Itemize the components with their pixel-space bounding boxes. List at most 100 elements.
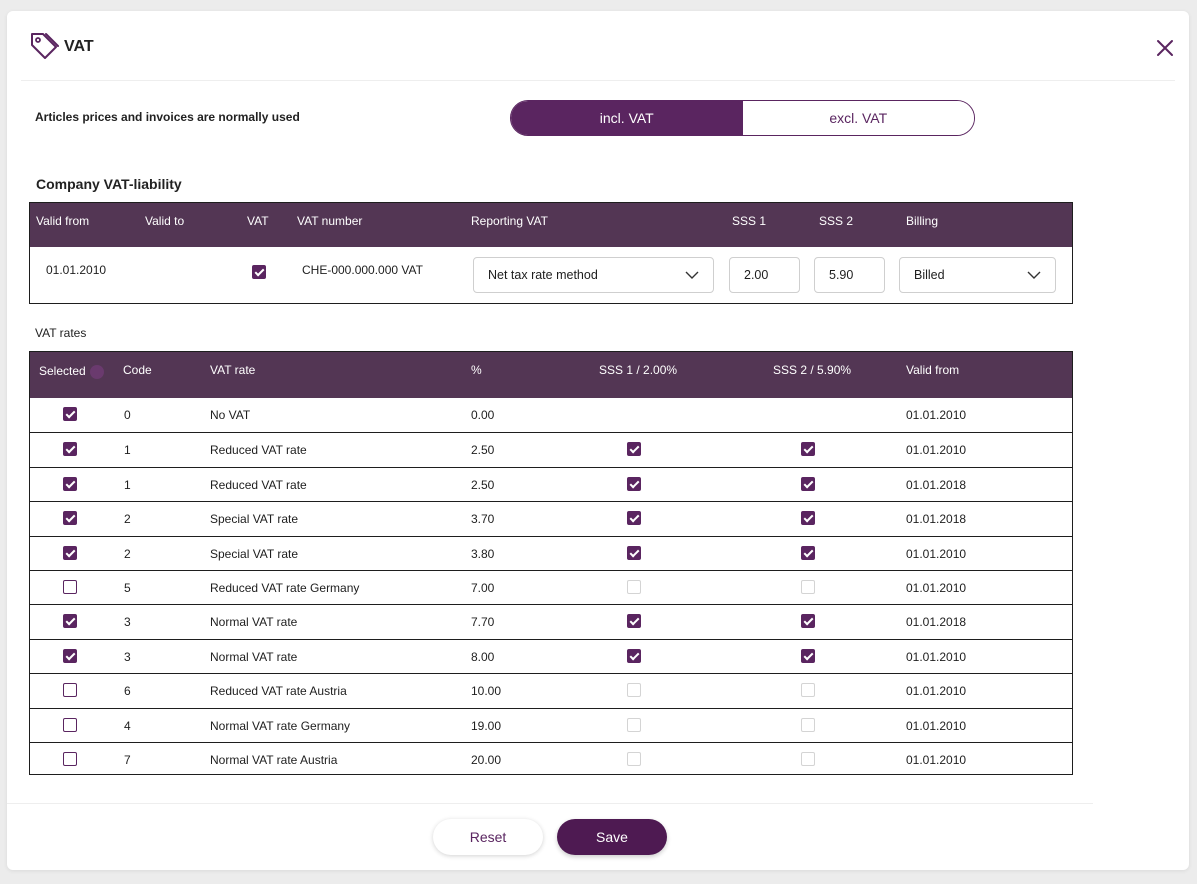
sss2-input[interactable]: 5.90 [814,257,885,293]
sss1-input[interactable]: 2.00 [729,257,800,293]
footer-divider [7,803,1093,804]
row-code: 2 [124,546,131,561]
row-valid-from: 01.01.2010 [906,718,967,733]
row-vat-rate: Normal VAT rate Austria [210,753,338,767]
row-sss1-checkbox[interactable] [627,752,641,766]
incl-vat-option[interactable]: incl. VAT [511,101,743,135]
header-code: Code [123,363,152,377]
row-valid-from: 01.01.2010 [906,684,967,699]
company-valid-from: 01.01.2010 [46,263,107,277]
vat-dialog: VAT Articles prices and invoices are nor… [7,11,1189,870]
row-sss2-checkbox[interactable] [801,614,815,629]
table-row: 7 Normal VAT rate Austria 20.00 01.01.2010 [30,742,1072,776]
row-sss2-checkbox[interactable] [801,442,815,457]
row-code: 0 [124,408,131,422]
row-code: 3 [124,615,131,630]
header-vat-rate: VAT rate [210,363,256,377]
header-sss1: SSS 1 [732,214,767,228]
row-sss1-checkbox[interactable] [627,683,641,698]
company-vat-number: CHE-000.000.000 VAT [302,263,423,277]
header-sss2-rate: SSS 2 / 5.90% [773,363,852,377]
row-code: 1 [124,443,131,458]
row-sss2-checkbox[interactable] [801,683,815,698]
row-selected-checkbox[interactable] [63,752,77,766]
header-selected[interactable]: Selected [39,364,86,378]
row-sss1-checkbox[interactable] [627,648,641,663]
table-row: 3 Normal VAT rate 8.00 01.01.2010 [30,638,1072,673]
row-valid-from: 01.01.2010 [906,753,967,767]
row-code: 7 [124,753,131,767]
row-sss2-checkbox[interactable] [801,545,815,560]
table-row: 1 Reduced VAT rate 2.50 01.01.2010 [30,432,1072,466]
row-selected-checkbox[interactable] [63,511,77,526]
save-button[interactable]: Save [557,819,667,855]
row-vat-rate: Normal VAT rate [210,649,298,664]
row-sss2-checkbox[interactable] [801,580,815,594]
row-valid-from: 01.01.2018 [906,477,967,492]
sort-indicator-icon[interactable] [90,365,104,379]
header-sss2: SSS 2 [819,214,854,228]
row-sss2-checkbox[interactable] [801,511,815,526]
billing-select[interactable]: Billed [899,257,1056,293]
row-sss1-checkbox[interactable] [627,476,641,491]
row-code: 1 [124,477,131,492]
row-selected-checkbox[interactable] [63,442,77,457]
table-row: 3 Normal VAT rate 7.70 01.01.2018 [30,604,1072,638]
row-sss1-checkbox[interactable] [627,442,641,457]
vat-liable-checkbox[interactable] [252,265,266,279]
sss1-value: 2.00 [744,268,769,282]
table-row: 6 Reduced VAT rate Austria 10.00 01.01.2010 [30,673,1072,707]
rates-table-header: Selected Code VAT rate % SSS 1 / 2.00% S… [30,352,1072,398]
company-table-header: Valid from Valid to VAT VAT number Repor… [30,203,1072,247]
row-sss2-checkbox[interactable] [801,717,815,732]
row-percent: 20.00 [471,753,502,767]
chevron-down-icon [685,271,699,279]
row-selected-checkbox[interactable] [63,545,77,560]
row-selected-checkbox[interactable] [63,614,77,629]
table-row: 2 Special VAT rate 3.70 01.01.2018 [30,501,1072,535]
row-percent: 19.00 [471,718,502,733]
row-percent: 2.50 [471,477,495,492]
row-selected-checkbox[interactable] [63,648,77,663]
excl-vat-option[interactable]: excl. VAT [742,101,974,135]
row-sss1-checkbox[interactable] [627,545,641,560]
reset-button[interactable]: Reset [433,819,543,855]
row-selected-checkbox[interactable] [63,683,77,698]
table-row: 4 Normal VAT rate Germany 19.00 01.01.2010 [30,707,1072,742]
row-sss2-checkbox[interactable] [801,476,815,491]
table-row: 0 No VAT 0.00 01.01.2010 [30,398,1072,432]
row-percent: 7.70 [471,615,495,630]
row-sss1-checkbox[interactable] [627,511,641,526]
header-sss1-rate: SSS 1 / 2.00% [599,363,678,377]
row-vat-rate: Normal VAT rate [210,615,298,630]
row-vat-rate: No VAT [210,408,251,422]
dialog-header: VAT [21,11,1175,81]
row-selected-checkbox[interactable] [63,407,77,421]
header-vat: VAT [247,214,269,228]
row-vat-rate: Reduced VAT rate [210,443,307,458]
table-row: 2 Special VAT rate 3.80 01.01.2010 [30,535,1072,570]
header-billing: Billing [906,214,939,228]
row-selected-checkbox[interactable] [63,476,77,491]
row-valid-from: 01.01.2018 [906,615,967,630]
row-code: 3 [124,649,131,664]
row-sss1-checkbox[interactable] [627,580,641,594]
row-valid-from: 01.01.2010 [906,546,967,561]
billing-value: Billed [914,268,945,282]
row-sss2-checkbox[interactable] [801,752,815,766]
reporting-vat-value: Net tax rate method [488,268,598,282]
pricing-mode-toggle: incl. VAT excl. VAT [510,100,975,136]
close-icon[interactable] [1155,38,1175,58]
row-vat-rate: Normal VAT rate Germany [210,718,351,733]
row-sss2-checkbox[interactable] [801,648,815,663]
row-sss1-checkbox[interactable] [627,717,641,732]
row-selected-checkbox[interactable] [63,580,77,594]
row-valid-from: 01.01.2010 [906,443,967,458]
row-sss1-checkbox[interactable] [627,614,641,629]
row-code: 2 [124,512,131,527]
reporting-vat-select[interactable]: Net tax rate method [473,257,714,293]
chevron-down-icon [1027,271,1041,279]
row-valid-from: 01.01.2010 [906,581,967,595]
row-percent: 8.00 [471,649,495,664]
row-selected-checkbox[interactable] [63,717,77,732]
